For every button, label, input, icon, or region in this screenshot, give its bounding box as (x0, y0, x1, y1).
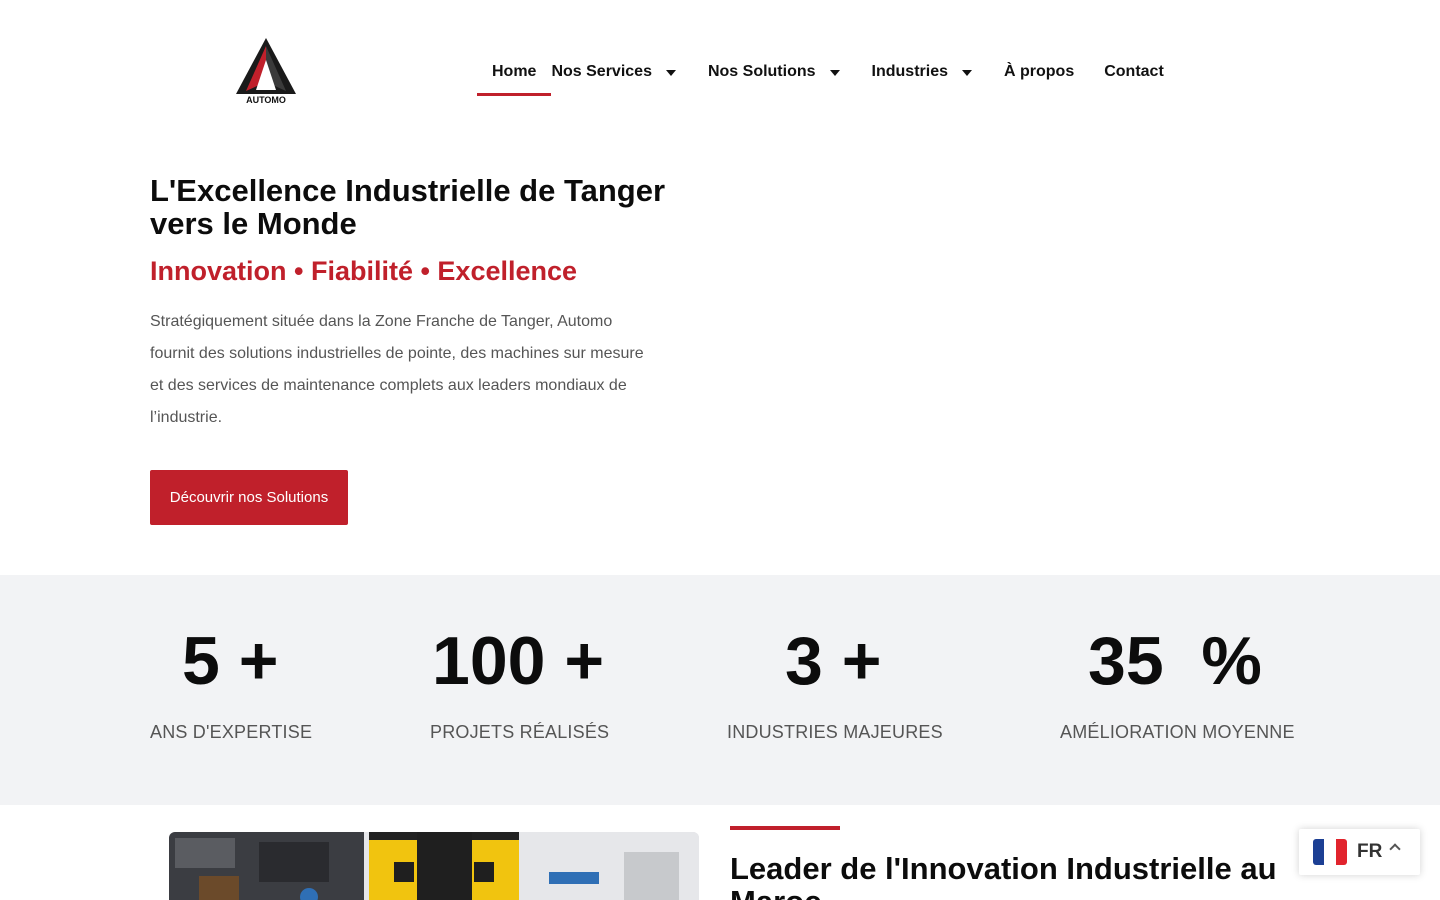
automo-logo[interactable]: AUTOMO (232, 36, 300, 108)
nav-home-label: Home (492, 63, 537, 80)
section-title: Leader de l'Innovation Industrielle au M… (730, 851, 1277, 900)
logo-text: AUTOMO (246, 95, 286, 105)
nav-industries-label: Industries (871, 63, 948, 80)
stat-value: 5 + (182, 623, 279, 699)
language-code: FR (1357, 841, 1383, 862)
hero-title: L'Excellence Industrielle de Tanger vers… (150, 173, 666, 241)
stat-value: 35 % (1088, 623, 1262, 699)
france-flag-icon (1313, 839, 1347, 865)
language-switcher[interactable]: FR (1299, 829, 1420, 875)
nav-contact[interactable]: Contact (1104, 50, 1164, 94)
stats-section: 5 + ANS D'EXPERTISE 100 + PROJETS RÉALIS… (0, 575, 1440, 805)
caret-down-icon (665, 69, 676, 76)
hero-description: Stratégiquement située dans la Zone Fran… (150, 313, 644, 426)
logo-mark-icon: AUTOMO (236, 38, 296, 105)
discover-solutions-button[interactable]: Découvrir nos Solutions (150, 470, 348, 525)
stat-label: PROJETS RÉALISÉS (430, 722, 610, 742)
caret-down-icon (829, 69, 840, 76)
stat-label: AMÉLIORATION MOYENNE (1060, 722, 1295, 742)
main-nav: Home Nos Services Nos Solutions Industri… (477, 50, 1164, 96)
workshop-photo (169, 832, 699, 900)
stat-label: ANS D'EXPERTISE (150, 722, 313, 742)
caret-down-icon (962, 69, 972, 76)
nav-solutions-label: Nos Solutions (707, 63, 816, 80)
nav-solutions[interactable]: Nos Solutions (708, 50, 840, 94)
stat-value: 100 + (432, 623, 605, 699)
nav-industries[interactable]: Industries (872, 50, 972, 94)
stat-label: INDUSTRIES MAJEURES (727, 722, 943, 742)
site-header: AUTOMO Home Nos Services Nos Solutions I… (0, 0, 1440, 140)
nav-about-label: À propos (1004, 63, 1075, 80)
workshop-image (169, 832, 699, 900)
hero-tagline: Innovation • Fiabilité • Excellence (150, 256, 578, 286)
section-accent-bar (730, 826, 840, 830)
nav-services-label: Nos Services (551, 63, 652, 80)
nav-services[interactable]: Nos Services (551, 50, 676, 94)
nav-contact-label: Contact (1104, 63, 1164, 80)
nav-home[interactable]: Home (477, 50, 552, 96)
stat-value: 3 + (785, 623, 882, 699)
chevron-up-icon (1389, 843, 1401, 855)
nav-about[interactable]: À propos (1004, 50, 1074, 94)
